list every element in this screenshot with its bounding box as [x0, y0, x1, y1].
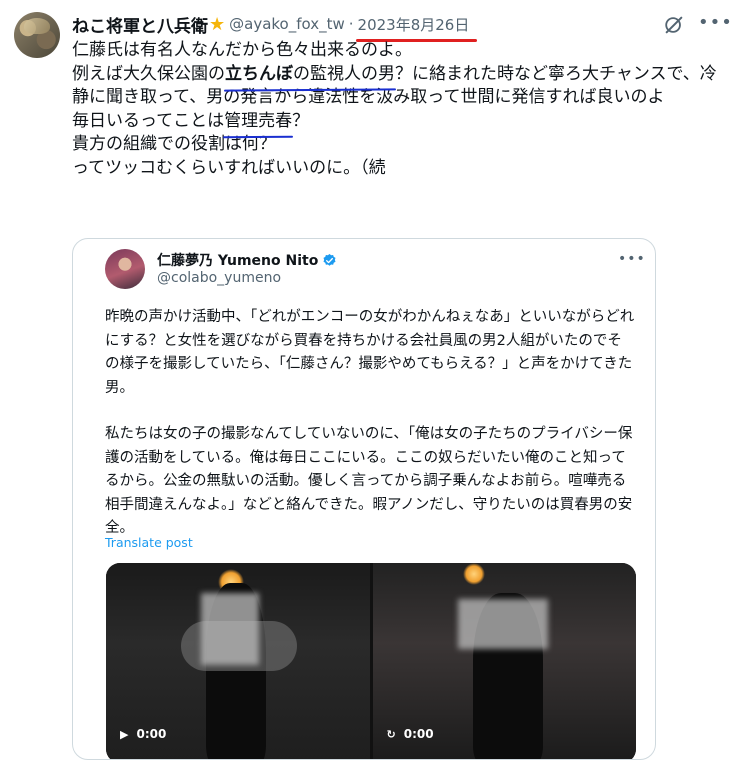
highlight-kanshinin-text: の監視人の男: [293, 63, 395, 84]
quoted-author-handle[interactable]: @colabo_yumeno: [157, 270, 281, 286]
tweet-line-3-post: ？: [292, 110, 310, 131]
quoted-more-icon[interactable]: •••: [618, 251, 646, 267]
tweet-line-3-pre: 毎日いるってことは: [72, 110, 225, 131]
video-2-time: 0:00: [403, 727, 434, 741]
tweet-line-3: 毎日いるってことは管理売春？: [72, 110, 727, 139]
video-grid: ▶ 0:00 ↻ 0:00: [106, 563, 636, 759]
highlight-tachinbo-text: 立ちんぼ: [225, 63, 293, 84]
video-2[interactable]: ↻ 0:00: [372, 563, 636, 759]
more-options-icon[interactable]: •••: [698, 14, 732, 36]
tweet-line-1: 仁藤氏は有名人なんだから色々出来るのよ。: [72, 40, 412, 60]
tweet-header: ねこ将軍と八兵衛 ★ @ayako_fox_tw · 2023年8月26日: [72, 10, 721, 42]
quoted-paragraph-2: 私たちは女の子の撮影なんてしていないのに、「俺は女の子たちのプライバシー保護の活…: [105, 426, 633, 536]
grok-icon[interactable]: [663, 14, 685, 36]
video-2-light: [462, 563, 485, 585]
author-avatar[interactable]: [14, 12, 60, 58]
tweet-line-5: ってツッコむくらいすればいいのに。（続: [72, 157, 386, 178]
video-1-controls[interactable]: ▶ 0:00: [120, 727, 166, 741]
verified-badge-icon: [323, 253, 336, 266]
quoted-author-name[interactable]: 仁藤夢乃 Yumeno Nito: [157, 250, 318, 270]
highlight-kanri-baishun-text: 管理売春: [224, 110, 293, 131]
highlight-tachinbo: 立ちんぼの監視人の男: [223, 63, 397, 92]
tweet-line-2: 例えば大久保公園の立ちんぼの監視人の男 ？に絡まれた時など寧ろ大チャンスで、冷静に…: [72, 63, 727, 110]
video-1-time: 0:00: [136, 727, 167, 741]
author-handle[interactable]: @ayako_fox_tw: [229, 15, 345, 33]
post-date[interactable]: 2023年8月26日: [355, 14, 478, 42]
quoted-body: 昨晩の声かけ活動中、「どれがエンコーの女がわかんねぇなあ」といいながらどれにする…: [105, 306, 635, 541]
tweet-line-2-pre: 例えば大久保公園の: [72, 63, 225, 84]
highlight-kanri-baishun: 管理売春: [223, 110, 294, 139]
separator-dot: ·: [348, 15, 354, 33]
quoted-author-avatar[interactable]: [105, 249, 145, 289]
star-icon: ★: [209, 13, 226, 35]
quoted-post[interactable]: 仁藤夢乃 Yumeno Nito @colabo_yumeno ••• 昨晩の声…: [72, 238, 656, 760]
video-2-controls[interactable]: ↻ 0:00: [387, 727, 434, 741]
quoted-paragraph-1: 昨晩の声かけ活動中、「どれがエンコーの女がわかんねぇなあ」といいながらどれにする…: [105, 309, 635, 396]
translate-post-link[interactable]: Translate post: [105, 535, 193, 550]
play-icon[interactable]: ▶: [120, 728, 128, 741]
video-1[interactable]: ▶ 0:00: [106, 563, 370, 759]
tweet-body: 仁藤氏は有名人なんだから色々出来るのよ。 例えば大久保公園の立ちんぼの監視人の男…: [72, 39, 727, 180]
video-1-blurred-face: [201, 593, 259, 665]
author-display-name[interactable]: ねこ将軍と八兵衛: [72, 12, 208, 37]
quoted-author-name-row: 仁藤夢乃 Yumeno Nito: [157, 250, 337, 270]
post-date-text: 2023年8月26日: [357, 15, 470, 34]
replay-icon[interactable]: ↻: [387, 728, 396, 741]
video-2-blurred-face: [457, 599, 548, 649]
tweet-line-4: 貴方の組織での役割は何？: [72, 134, 276, 154]
